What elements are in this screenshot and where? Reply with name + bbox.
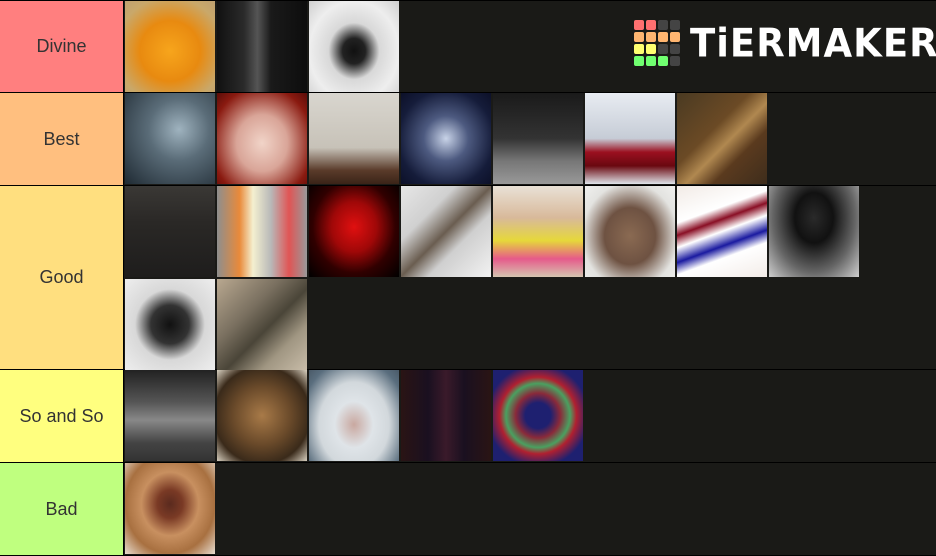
tier-item-cowbell[interactable] (585, 186, 675, 277)
tier-item-teddy-bear-bowtie[interactable] (125, 463, 215, 554)
tier-item-dark-double-doors[interactable] (401, 370, 491, 461)
tier-item-image (585, 186, 675, 277)
tier-item-protein-molecule[interactable] (493, 370, 583, 461)
tiermaker-logo[interactable]: TiERMAKER (634, 20, 936, 66)
tier-item-image (493, 93, 583, 184)
logo-grid-cell (634, 56, 644, 66)
tier-item-image (125, 186, 215, 277)
tier-item-image (401, 370, 491, 461)
tier-item-toilet[interactable] (309, 370, 399, 461)
tier-items (124, 93, 936, 185)
tier-item-image (493, 370, 583, 461)
tier-items (124, 463, 936, 555)
tier-label[interactable]: So and So (0, 370, 124, 462)
tier-row-so-and-so: So and So (0, 370, 936, 463)
tier-item-image (125, 1, 215, 92)
tier-item-image (125, 463, 215, 554)
tier-item-greek-vase[interactable] (217, 370, 307, 461)
tier-items (124, 186, 936, 370)
tier-item-dark-doorway-skull-figure[interactable] (217, 1, 307, 92)
tier-item-image (401, 186, 491, 277)
logo-grid-cell (658, 44, 668, 54)
tier-item-girl-in-floral-dress[interactable] (493, 186, 583, 277)
tier-item-dark-tunnel-wolf[interactable] (769, 186, 859, 277)
tier-label[interactable]: Good (0, 186, 124, 369)
logo-grid-cell (670, 20, 680, 30)
tier-item-pale-crawling-figure[interactable] (493, 93, 583, 184)
logo-grid-cell (658, 56, 668, 66)
logo-grid-cell (670, 56, 680, 66)
tier-item-crying-mask-face[interactable] (217, 93, 307, 184)
tier-list: Divine Best Good So and So Bad TiERMAKER (0, 0, 936, 556)
tier-item-dark-office-room[interactable] (125, 186, 215, 277)
tier-item-old-brass-key[interactable] (677, 93, 767, 184)
logo-grid-icon (634, 20, 680, 66)
tier-item-red-demon-creature[interactable] (309, 186, 399, 277)
tier-item-decaying-reptile[interactable] (217, 279, 307, 370)
tier-row-best: Best (0, 93, 936, 186)
tier-item-image (217, 1, 307, 92)
tier-item-pill-bottle[interactable] (217, 186, 307, 277)
tier-item-image (125, 279, 215, 370)
tier-label[interactable]: Bad (0, 463, 124, 555)
tier-item-grainy-warehouse[interactable] (125, 370, 215, 461)
logo-grid-cell (646, 44, 656, 54)
tier-item-image (585, 93, 675, 184)
logo-text: TiERMAKER (690, 20, 936, 66)
tier-item-3d-glasses[interactable] (677, 186, 767, 277)
tier-item-image (769, 186, 859, 277)
tier-item-image (309, 370, 399, 461)
tier-label[interactable]: Best (0, 93, 124, 185)
tier-item-shadow-figure-in-snow[interactable] (309, 1, 399, 92)
tier-item-image (493, 186, 583, 277)
tier-item-image (309, 186, 399, 277)
tier-item-orange-blob-creature[interactable] (125, 1, 215, 92)
tier-item-image (217, 370, 307, 461)
tier-item-image (677, 93, 767, 184)
tier-item-image (217, 186, 307, 277)
tier-item-image (217, 93, 307, 184)
tier-item-image (309, 1, 399, 92)
tier-label[interactable]: Divine (0, 1, 124, 92)
tier-item-cigarette-joint[interactable] (401, 186, 491, 277)
logo-grid-cell (658, 20, 668, 30)
tier-item-image (217, 279, 307, 370)
tier-item-foggy-hooded-figures[interactable] (125, 93, 215, 184)
logo-grid-cell (646, 20, 656, 30)
logo-grid-cell (646, 56, 656, 66)
logo-grid-cell (634, 32, 644, 42)
logo-grid-cell (646, 32, 656, 42)
tier-item-image (401, 93, 491, 184)
tier-item-bloody-snow-forest[interactable] (585, 93, 675, 184)
logo-grid-cell (670, 32, 680, 42)
tier-item-image (125, 370, 215, 461)
tier-row-bad: Bad (0, 463, 936, 556)
tier-item-image (677, 186, 767, 277)
tier-item-plague-doctor-mask[interactable] (401, 93, 491, 184)
tier-item-dark-face-portrait[interactable] (125, 279, 215, 370)
tier-item-image (125, 93, 215, 184)
logo-grid-cell (658, 32, 668, 42)
logo-grid-cell (634, 44, 644, 54)
tier-items (124, 370, 936, 462)
logo-grid-cell (670, 44, 680, 54)
tier-row-good: Good (0, 186, 936, 370)
logo-grid-cell (634, 20, 644, 30)
tier-item-creature-in-room[interactable] (309, 93, 399, 184)
tier-item-image (309, 93, 399, 184)
